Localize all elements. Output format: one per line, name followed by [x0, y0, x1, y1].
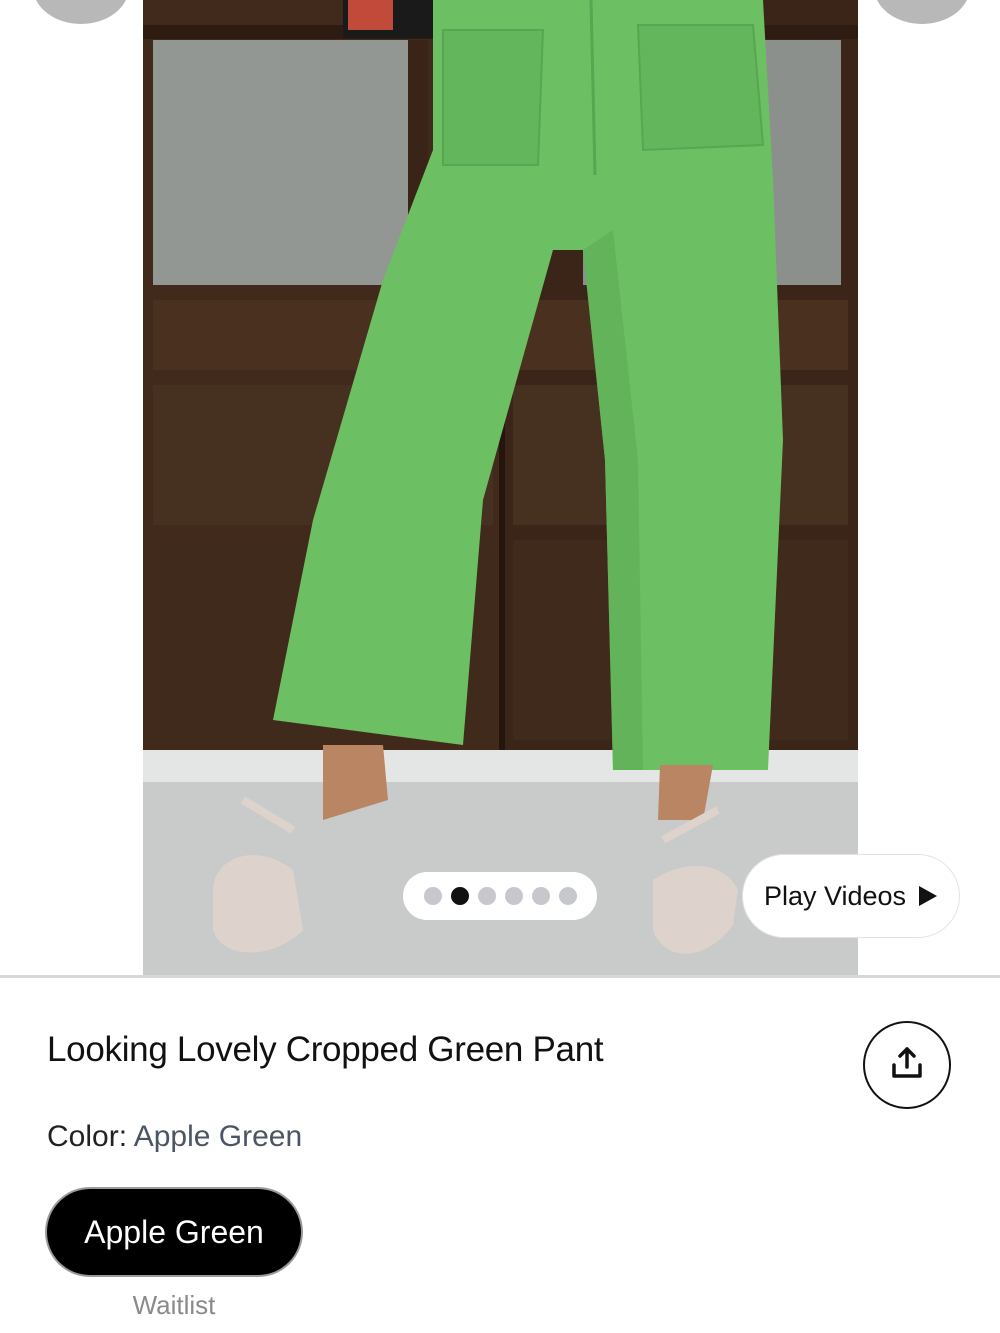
slide-dot-active[interactable] [450, 887, 469, 905]
color-label: Color: [47, 1120, 128, 1153]
product-title: Looking Lovely Cropped Green Pant [47, 1030, 604, 1069]
waitlist-label: Waitlist [132, 1290, 216, 1320]
play-videos-label: Play Videos [763, 880, 907, 911]
color-value: Apple Green [133, 1120, 303, 1153]
product-page: Play Videos Looking Lovely Cropped Green… [0, 0, 1000, 1333]
gallery-divider [0, 975, 1000, 978]
slide-dot[interactable] [558, 887, 577, 905]
play-triangle-icon [918, 885, 938, 907]
product-gallery[interactable]: Play Videos [0, 0, 1000, 975]
slide-dot[interactable] [531, 887, 550, 905]
product-photo[interactable] [143, 0, 858, 975]
share-button[interactable] [863, 1021, 951, 1109]
share-icon [889, 1045, 925, 1086]
color-swatch-apple-green[interactable]: Apple Green [47, 1189, 301, 1275]
slide-dot[interactable] [477, 887, 496, 905]
slide-dot[interactable] [423, 887, 442, 905]
cart-button[interactable] [874, 0, 970, 24]
color-row: Color: Apple Green [47, 1120, 302, 1154]
back-button[interactable] [33, 0, 129, 24]
slide-dot[interactable] [504, 887, 523, 905]
slide-indicator[interactable] [403, 872, 597, 920]
play-videos-button[interactable]: Play Videos [742, 854, 960, 938]
